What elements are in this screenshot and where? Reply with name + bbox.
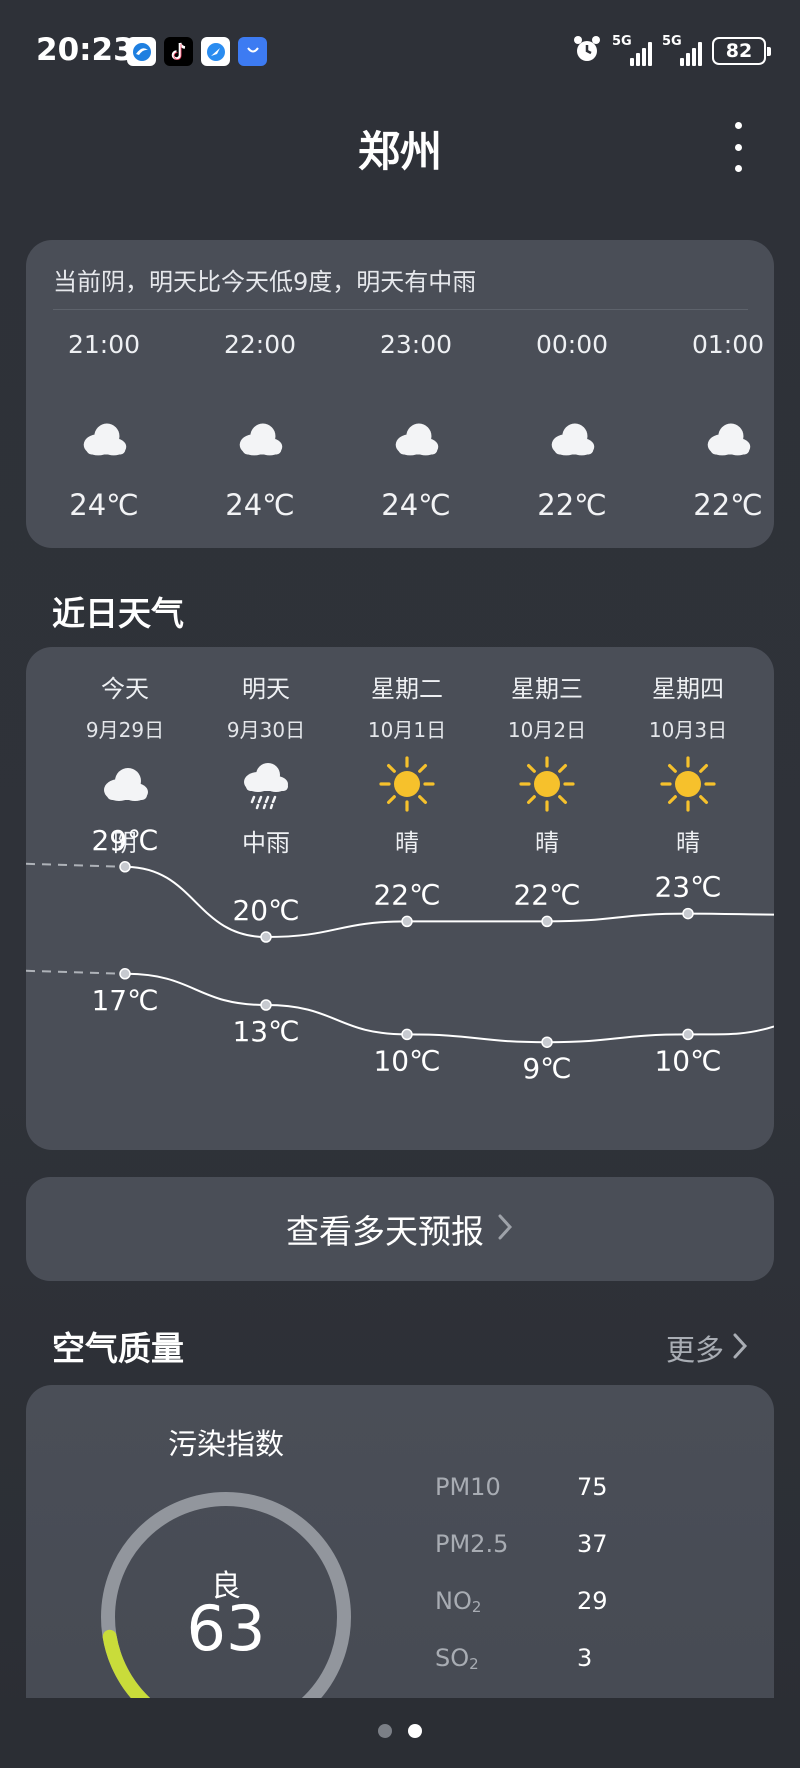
high-temp-point [260, 931, 272, 943]
cloudy-icon [351, 410, 481, 470]
cloudy-icon [39, 410, 169, 470]
hourly-item: 01:00 22℃ [663, 330, 793, 522]
recent-weather-title: 近日天气 [52, 594, 184, 633]
divider [53, 309, 748, 310]
browser-icon [127, 37, 156, 66]
hour-temp: 22℃ [693, 488, 763, 522]
notification-app-icons [127, 37, 267, 66]
pollutant-value: 75 [577, 1473, 608, 1501]
chevron-right-icon [496, 1212, 514, 1246]
low-temp-point [541, 1036, 553, 1048]
trend-lead-in [26, 862, 126, 868]
pollutant-value: 3 [577, 1644, 593, 1672]
low-temp-point [260, 999, 272, 1011]
high-temp-point [401, 915, 413, 928]
store-icon [238, 37, 267, 66]
trend-lead-in [26, 969, 126, 975]
signal-5g-2: 5G [662, 34, 702, 66]
status-time: 20:23 [36, 32, 135, 68]
forecast-button-label: 查看多天预报 [286, 1212, 484, 1251]
hourly-item: 21:00 24℃ [39, 330, 169, 522]
chevron-right-icon [732, 1332, 748, 1364]
high-temp-label: 29℃ [91, 824, 158, 857]
hourly-item: 22:00 24℃ [195, 330, 325, 522]
hour-time: 21:00 [67, 330, 141, 359]
pollutant-row: PM10 75 [435, 1473, 608, 1502]
pollutant-name: NO2 [435, 1587, 482, 1616]
safari-like-icon [201, 37, 230, 66]
air-quality-more-link[interactable]: 更多 [666, 1327, 748, 1369]
pollutant-row: PM2.5 37 [435, 1530, 608, 1559]
signal-5g-1: 5G [612, 34, 652, 66]
hour-time: 22:00 [223, 330, 297, 359]
cloudy-icon [195, 410, 325, 470]
low-temp-label: 10℃ [654, 1044, 721, 1077]
pollutant-value: 29 [577, 1587, 608, 1615]
hourly-item: 23:00 24℃ [351, 330, 481, 522]
page-indicator [0, 1724, 800, 1738]
high-temp-label: 20℃ [232, 894, 299, 927]
hourly-forecast-card[interactable]: 当前阴，明天比今天低9度，明天有中雨 21:00 24℃ 22:00 24℃ 23:00… [26, 240, 774, 548]
low-temp-point [401, 1028, 413, 1041]
hour-time: 01:00 [691, 330, 765, 359]
hour-temp: 24℃ [381, 488, 451, 522]
temperature-trend-chart: 29℃ 17℃ 20℃ 13℃ 22℃ 10℃ 22℃ 9℃ 23℃ 10℃ [26, 824, 774, 1085]
high-temp-point [541, 915, 553, 928]
aqi-value: 63 [186, 1592, 266, 1665]
page-dot[interactable] [408, 1724, 422, 1738]
city-title[interactable]: 郑州 [0, 118, 800, 179]
pollutant-name: SO2 [435, 1644, 479, 1673]
low-temp-point [119, 968, 131, 980]
view-multi-day-forecast-button[interactable]: 查看多天预报 [26, 1177, 774, 1281]
low-temp-label: 13℃ [232, 1015, 299, 1048]
air-quality-title: 空气质量 [52, 1329, 184, 1368]
trend-line [124, 972, 774, 1044]
cloudy-icon [507, 410, 637, 470]
cloudy-icon [663, 410, 793, 470]
daily-forecast-card[interactable]: 今天 9月29日阴明天 9月30日 中雨 星期二 10月1日晴星期三 10月2日晴星期四 10… [26, 647, 774, 1150]
pollutant-value: 37 [577, 1530, 608, 1558]
hourly-item: 00:00 22℃ [507, 330, 637, 522]
hour-time: 00:00 [535, 330, 609, 359]
high-temp-point [682, 907, 694, 920]
battery-indicator: 82 [712, 37, 771, 65]
hour-temp: 24℃ [69, 488, 139, 522]
low-temp-label: 9℃ [522, 1052, 571, 1085]
high-temp-point [119, 861, 131, 873]
pollution-index-label: 污染指数 [167, 1427, 284, 1461]
hour-temp: 24℃ [225, 488, 295, 522]
hour-temp: 22℃ [537, 488, 607, 522]
status-indicators: 5G 5G 82 [572, 34, 771, 68]
pollutant-name: PM10 [435, 1473, 501, 1501]
pollutant-name: PM2.5 [435, 1530, 509, 1558]
low-temp-label: 10℃ [373, 1044, 440, 1077]
low-temp-label: 17℃ [91, 984, 158, 1017]
hour-time: 23:00 [379, 330, 453, 359]
pollutant-row: NO2 29 [435, 1587, 608, 1616]
alarm-clock-icon [572, 34, 602, 68]
low-temp-point [682, 1028, 694, 1041]
page-dot[interactable] [378, 1724, 392, 1738]
high-temp-label: 22℃ [513, 878, 580, 911]
status-bar: 20:23 5G 5G 82 [0, 0, 800, 100]
pollutant-row: SO2 3 [435, 1644, 592, 1673]
high-temp-label: 22℃ [373, 878, 440, 911]
weather-summary: 当前阴，明天比今天低9度，明天有中雨 [53, 268, 477, 296]
more-menu-icon[interactable] [726, 122, 750, 172]
tiktok-icon [164, 37, 193, 66]
high-temp-label: 23℃ [654, 871, 721, 904]
